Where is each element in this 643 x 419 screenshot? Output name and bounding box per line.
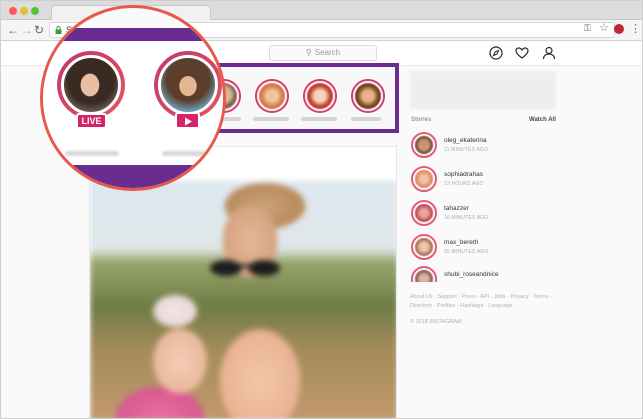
profile-icon[interactable] [541,45,557,61]
footer-links[interactable]: About Us · Support · Press · API · Jobs … [410,293,560,311]
search-placeholder: Search [314,48,341,57]
story-time: 16 MINUTES AGO [444,215,489,221]
heart-icon[interactable] [514,45,530,61]
avatar [411,166,437,192]
story-username: oleg_ekaterina [444,137,487,144]
sidebar-story-item[interactable]: shubi_roseandnice [411,266,557,282]
sidebar-story-item[interactable]: oleg_ekaterina 11 MINUTES AGO [411,132,557,162]
compass-icon[interactable] [488,45,504,61]
story-username [65,151,119,156]
avatar [411,234,437,260]
forward-icon[interactable]: → [21,23,33,37]
zoom-magnifier: LIVE [40,5,226,191]
avatar [411,132,437,158]
zoomed-stories [43,41,223,165]
story-avatar[interactable] [351,79,385,113]
story-username: tahazzer [444,205,469,212]
browser-window: ← → ↻ Se ⚿ ☆ ⋮ ⚲Search [0,0,643,419]
story-time: 11 MINUTES AGO [444,147,489,153]
live-badge: LIVE [76,113,107,129]
avatar [411,200,437,226]
search-icon: ⚲ [305,48,312,57]
story-username: shubi_roseandnice [444,271,499,278]
sidebar-story-item[interactable]: max_bereth 25 MINUTES AGO [411,234,557,264]
extension-icon[interactable] [614,24,624,34]
highlight-band [43,165,223,188]
video-story-avatar[interactable] [154,51,222,119]
post-photo[interactable] [90,181,396,418]
copyright: © 2018 INSTAGRAM [410,319,462,325]
star-icon[interactable]: ☆ [599,21,609,34]
back-icon[interactable]: ← [7,23,19,37]
search-input[interactable]: ⚲ Search [269,45,377,61]
story-avatar[interactable] [255,79,289,113]
live-story-avatar[interactable] [57,51,125,119]
maximize-window-button[interactable] [31,7,39,15]
story-username [253,117,289,121]
story-username [351,117,381,121]
close-window-button[interactable] [9,7,17,15]
minimize-window-button[interactable] [20,7,28,15]
story-time: 25 MINUTES AGO [444,249,489,255]
story-time: 13 HOURS AGO [444,181,484,187]
sunglasses-shape [210,260,280,276]
highlight-band [43,28,223,41]
story-username: max_bereth [444,239,479,246]
stories-heading: Stories [411,117,432,123]
sidebar-story-item[interactable]: sophiadrahas 13 HOURS AGO [411,166,557,196]
avatar [411,266,437,282]
profile-card[interactable] [410,71,556,109]
watch-all-link[interactable]: Watch All [529,117,556,123]
menu-icon[interactable]: ⋮ [630,22,641,35]
sidebar-story-item[interactable]: tahazzer 16 MINUTES AGO [411,200,557,230]
story-username: sophiadrahas [444,171,484,178]
story-username [301,117,337,121]
play-icon [175,112,200,129]
story-avatar[interactable] [303,79,337,113]
story-username [162,151,216,156]
key-icon[interactable]: ⚿ [584,23,591,34]
